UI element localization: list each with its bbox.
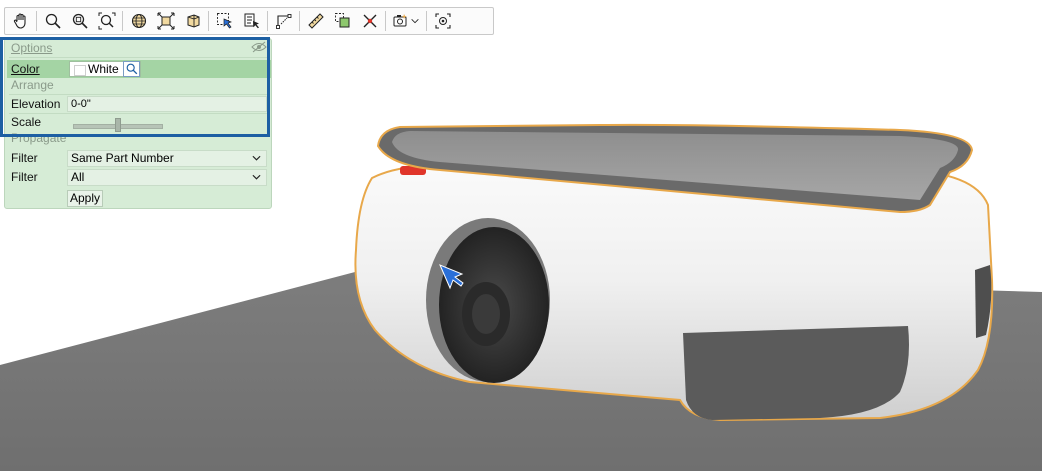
camera-dropdown-button[interactable] — [388, 9, 424, 33]
color-value: White — [88, 62, 119, 76]
chevron-down-icon — [411, 19, 419, 24]
scale-label: Scale — [11, 115, 42, 129]
ruler-icon — [307, 13, 324, 29]
box-view-button[interactable] — [179, 9, 206, 33]
select-list-button[interactable] — [238, 9, 265, 33]
chevron-down-icon — [252, 174, 261, 180]
zoom-button[interactable] — [39, 9, 66, 33]
magnifier-icon — [126, 63, 138, 75]
filter-part-value: Same Part Number — [71, 151, 174, 165]
filter-label: Filter — [11, 151, 38, 165]
camera-icon — [393, 14, 407, 27]
fit-all-icon — [157, 12, 174, 30]
zoom-icon — [45, 13, 61, 29]
focus-button[interactable] — [429, 9, 456, 33]
chevron-down-icon — [252, 155, 261, 161]
box-view-icon — [187, 14, 199, 28]
filter-label: Filter — [11, 170, 38, 184]
select-list-icon — [244, 13, 259, 29]
toolbar-separator — [122, 11, 123, 31]
focus-target-icon — [434, 13, 451, 29]
filter-part-select[interactable]: Same Part Number — [67, 150, 267, 167]
measure-points-button[interactable] — [270, 9, 297, 33]
zoom-window-button[interactable] — [66, 9, 93, 33]
select-button[interactable] — [211, 9, 238, 33]
elevation-input[interactable]: 0-0" — [67, 96, 267, 112]
orbit-button[interactable] — [125, 9, 152, 33]
ruler-button[interactable] — [302, 9, 329, 33]
pan-hand-icon — [13, 13, 26, 29]
toolbar-separator — [36, 11, 37, 31]
delete-button[interactable] — [356, 9, 383, 33]
copy-select-button[interactable] — [329, 9, 356, 33]
options-header[interactable]: Options — [11, 40, 52, 56]
fit-all-button[interactable] — [152, 9, 179, 33]
robot-model — [354, 123, 994, 422]
filter-all-value: All — [71, 170, 85, 184]
apply-button[interactable]: Apply — [67, 190, 103, 207]
robot-side-panel — [683, 326, 909, 420]
view-toolbar — [4, 7, 494, 35]
select-icon — [216, 13, 232, 29]
copy-select-icon — [334, 13, 349, 28]
measure-points-icon — [275, 14, 291, 29]
scale-slider-thumb[interactable] — [115, 118, 121, 132]
zoom-window-icon — [72, 13, 88, 29]
delete-x-icon — [363, 14, 376, 28]
toolbar-separator — [208, 11, 209, 31]
toolbar-separator — [267, 11, 268, 31]
properties-panel: Options Color White Arrange Elevation 0-… — [4, 38, 272, 209]
propagate-header: Propagate — [11, 131, 67, 145]
elevation-label: Elevation — [11, 97, 61, 111]
arrange-header: Arrange — [11, 78, 54, 92]
filter-all-select[interactable]: All — [67, 169, 267, 186]
color-picker-button[interactable] — [123, 61, 140, 77]
color-swatch — [74, 65, 86, 76]
color-label[interactable]: Color — [11, 61, 40, 77]
pan-button[interactable] — [7, 9, 34, 33]
zoom-extents-icon — [98, 12, 115, 30]
zoom-extents-button[interactable] — [93, 9, 120, 33]
toolbar-separator — [426, 11, 427, 31]
orbit-globe-icon — [131, 13, 146, 29]
toolbar-separator — [299, 11, 300, 31]
toolbar-separator — [385, 11, 386, 31]
hide-eye-icon[interactable] — [251, 41, 267, 53]
